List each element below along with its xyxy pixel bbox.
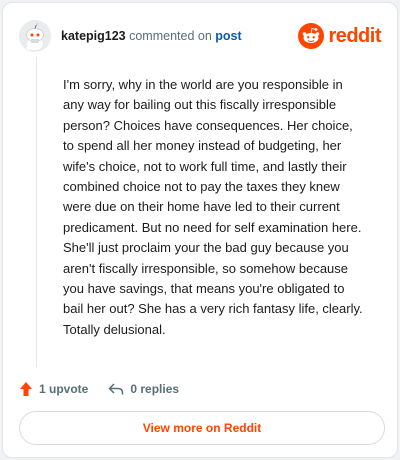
reddit-brand[interactable]: reddit [298,23,381,49]
reply-arrow-icon [109,383,124,395]
upvote-arrow-icon [20,382,32,396]
upvote-count: 1 upvote [39,382,89,396]
replies-count: 0 replies [130,382,180,396]
comment-body: I'm sorry, why in the world are you resp… [63,77,363,337]
comment-embed-card: katepig123 commented on post reddit I'm … [2,2,398,458]
reddit-wordmark: reddit [328,24,381,47]
view-more-on-reddit-button[interactable]: View more on Reddit [19,411,385,445]
reddit-logo-icon [298,23,325,49]
commented-on-text: commented on [129,29,212,43]
thread-line [36,57,37,367]
post-link[interactable]: post [215,29,241,43]
comment-meta: katepig123 commented on post [61,29,242,43]
upvote-button[interactable]: 1 upvote [19,381,88,397]
comment-actions: 1 upvote 0 replies [19,378,179,400]
snoo-avatar-icon[interactable] [19,20,51,52]
replies-button[interactable]: 0 replies [108,382,179,396]
comment-header: katepig123 commented on post reddit [19,19,381,53]
username-link[interactable]: katepig123 [61,29,126,43]
